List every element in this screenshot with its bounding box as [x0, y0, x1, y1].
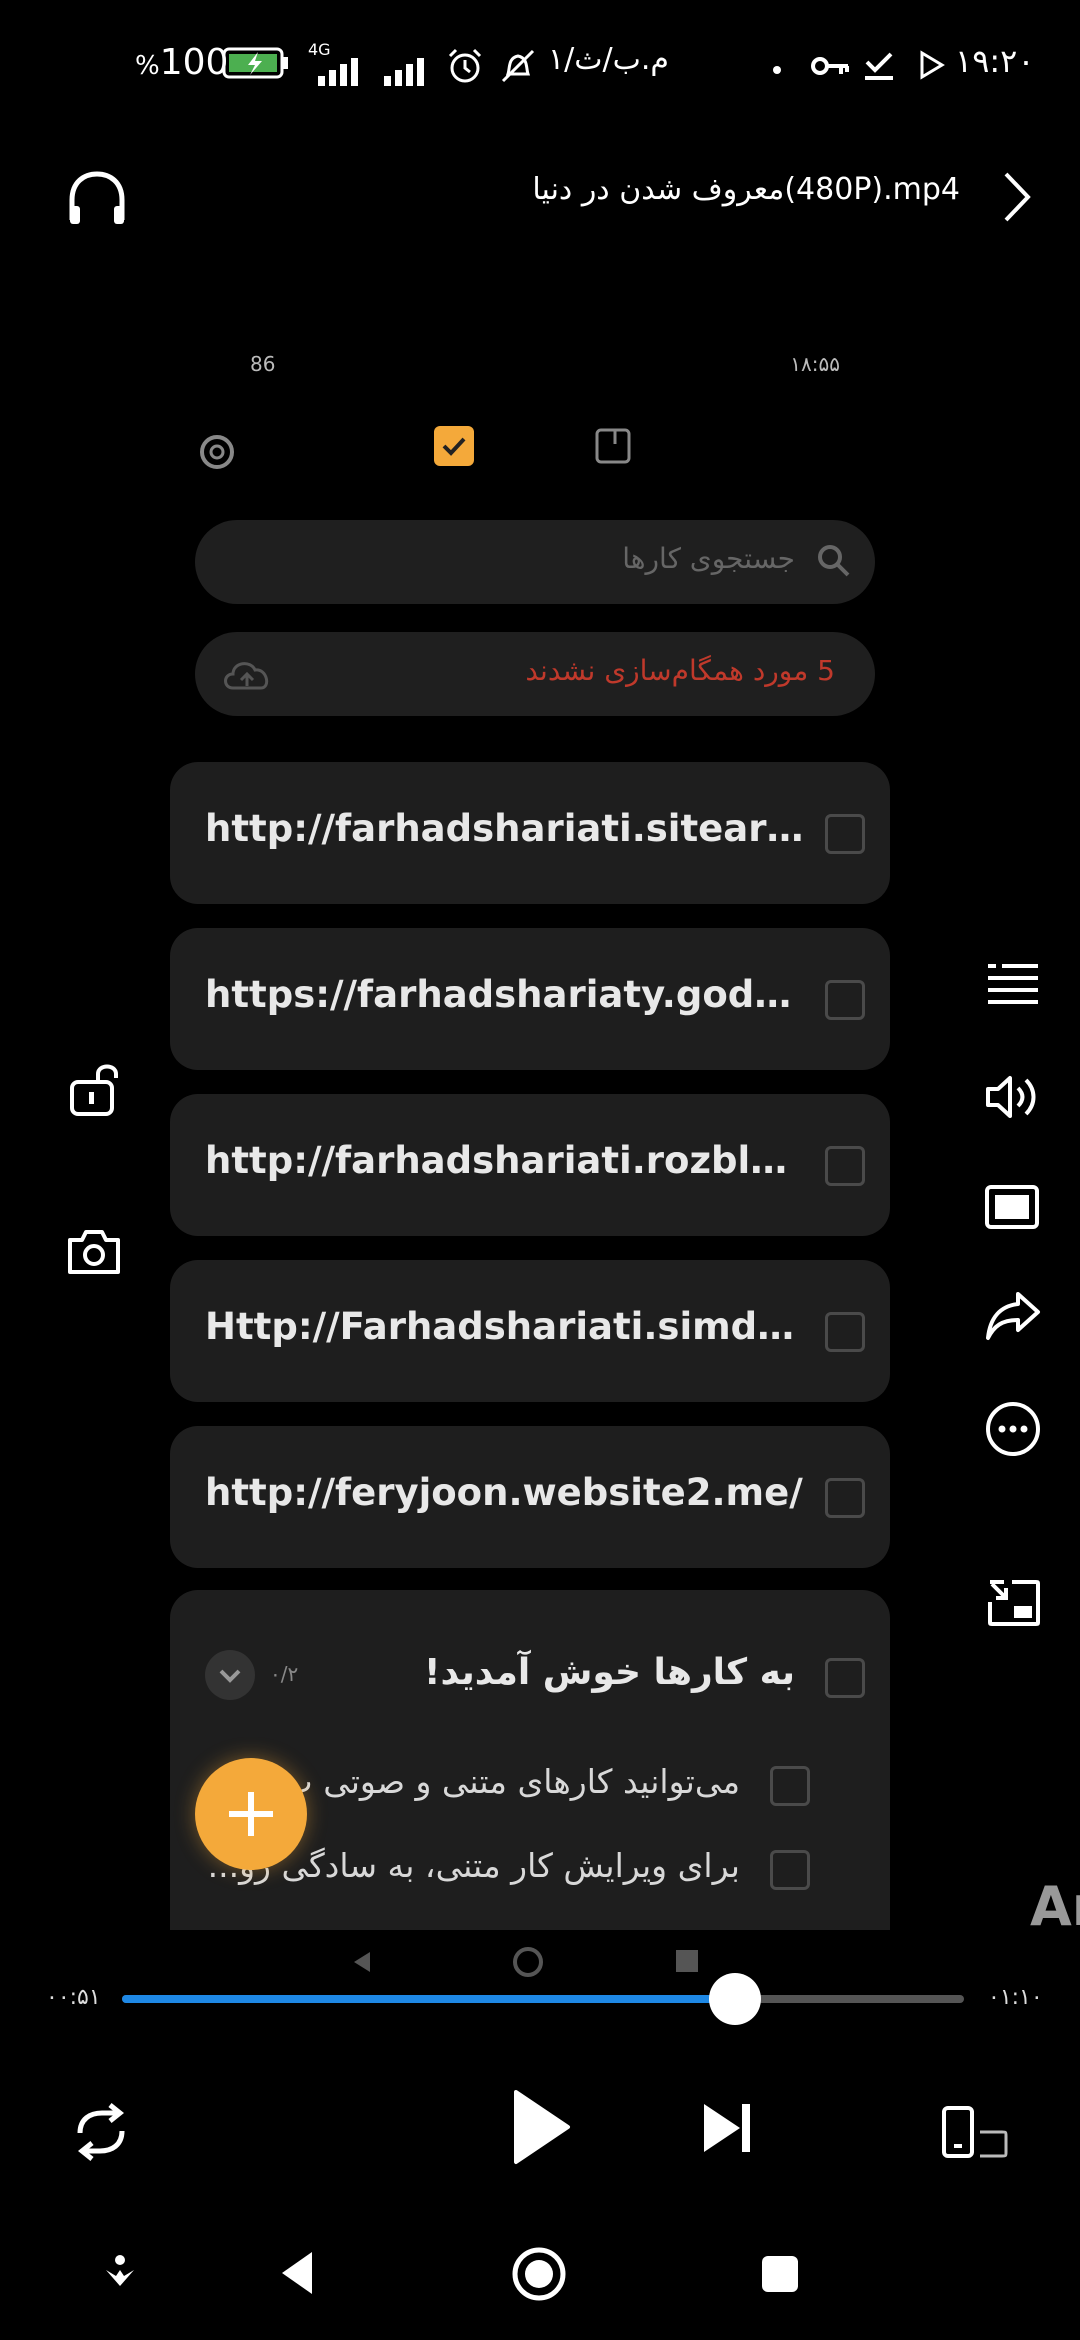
search-icon — [815, 542, 853, 580]
task-checkbox[interactable] — [825, 814, 865, 854]
task-checkbox[interactable] — [825, 1312, 865, 1352]
sync-error-text: 5 مورد همگام‌سازی نشدند — [525, 654, 835, 687]
nav-back-icon[interactable] — [278, 2248, 318, 2298]
elapsed-time: ۰۰:۵۱ — [46, 1985, 101, 2010]
volume-icon[interactable] — [984, 1072, 1040, 1122]
collapse-chevron-icon[interactable] — [205, 1650, 255, 1700]
unlock-icon[interactable] — [68, 1060, 130, 1118]
sync-banner[interactable]: 5 مورد همگام‌سازی نشدند — [195, 632, 875, 716]
subtask-checkbox[interactable] — [770, 1850, 810, 1890]
play-icon[interactable] — [510, 2088, 572, 2166]
video-frame[interactable]: 86 ۱۸:۵۵ جستجوی کارها 5 مورد همگام‌سازی … — [170, 330, 910, 1977]
notification-dot-icon — [773, 66, 781, 74]
screenshot-camera-icon[interactable] — [64, 1226, 124, 1278]
headphones-icon[interactable] — [66, 170, 128, 226]
battery-charging-icon — [222, 46, 290, 80]
vpn-key-icon — [810, 52, 850, 80]
task-text: http://farhadshariati.rozblog.com — [205, 1139, 805, 1182]
inner-time: ۱۸:۵۵ — [790, 352, 840, 376]
task-checkbox[interactable] — [825, 1478, 865, 1518]
subtask-checkbox[interactable] — [770, 1766, 810, 1806]
seek-handle[interactable] — [708, 1973, 761, 2025]
status-time: ۱۹:۲۰ — [955, 42, 1035, 80]
total-duration: ۰۱:۱۰ — [988, 1985, 1043, 2010]
group-title: به کارها خوش آمدید! — [424, 1652, 795, 1693]
alarm-icon — [445, 46, 485, 86]
battery-suffix: % — [135, 51, 160, 81]
search-placeholder: جستجوی کارها — [622, 542, 795, 575]
search-bar[interactable]: جستجوی کارها — [195, 520, 875, 604]
inner-status-bar: 86 ۱۸:۵۵ — [240, 350, 880, 380]
more-options-icon[interactable] — [984, 1400, 1042, 1458]
share-icon[interactable] — [984, 1290, 1042, 1342]
add-task-fab[interactable] — [195, 1758, 307, 1870]
back-chevron-icon[interactable] — [1000, 170, 1034, 224]
playlist-icon[interactable] — [986, 962, 1040, 1008]
aspect-ratio-icon[interactable] — [984, 1184, 1040, 1230]
watermark-text: Ar — [1030, 1875, 1080, 1938]
task-checkbox[interactable] — [825, 980, 865, 1020]
mute-bell-icon — [498, 46, 538, 86]
signal-icon-2 — [380, 52, 438, 88]
inner-battery: 86 — [250, 352, 276, 376]
nav-extra-icon[interactable] — [100, 2252, 140, 2292]
subtask-text: می‌توانید کارهای متنی و صوتی ب — [281, 1762, 740, 1801]
battery-level: 100 — [159, 42, 229, 83]
signal-icon-1 — [306, 52, 372, 88]
task-checkbox[interactable] — [825, 1146, 865, 1186]
seek-progress — [122, 1995, 735, 2003]
task-card[interactable]: https://farhadshariaty.godaddysi... — [170, 928, 890, 1070]
group-count: ۰/۲ — [270, 1662, 299, 1686]
settings-icon[interactable] — [195, 430, 239, 474]
play-store-icon — [918, 50, 946, 80]
group-checkbox[interactable] — [825, 1658, 865, 1698]
video-title: معروف شدن در دنیا(480P).mp4 — [532, 172, 960, 207]
nav-recents-icon[interactable] — [760, 2254, 800, 2294]
task-card[interactable]: http://farhadshariati.sitearia.ir/ — [170, 762, 890, 904]
status-bar: %100 4G ۱/م.ب/ث ۱۹:۲۰ — [0, 30, 1080, 100]
task-card[interactable]: Http://Farhadshariati.simdif.com — [170, 1260, 890, 1402]
cloud-upload-icon — [221, 654, 273, 694]
seek-bar[interactable] — [122, 1973, 964, 2025]
task-text: https://farhadshariaty.godaddysi... — [205, 973, 805, 1016]
nav-home-icon[interactable] — [511, 2246, 567, 2302]
task-text: Http://Farhadshariati.simdif.com — [205, 1305, 805, 1348]
battery-percent: %100 — [135, 42, 228, 83]
rotate-screen-icon[interactable] — [940, 2104, 1012, 2160]
picture-in-picture-icon[interactable] — [986, 1578, 1042, 1628]
next-track-icon[interactable] — [700, 2100, 756, 2156]
check-download-icon — [863, 48, 895, 82]
notes-tab-icon[interactable] — [593, 426, 633, 466]
loop-icon[interactable] — [70, 2103, 132, 2161]
task-card[interactable]: http://farhadshariati.rozblog.com — [170, 1094, 890, 1236]
status-date: ۱/م.ب/ث — [548, 42, 669, 77]
task-card[interactable]: http://feryjoon.website2.me/ — [170, 1426, 890, 1568]
task-text: http://farhadshariati.sitearia.ir/ — [205, 807, 805, 850]
tasks-tab-icon[interactable] — [434, 426, 474, 466]
inner-nav-bar — [170, 1940, 890, 1990]
task-text: http://feryjoon.website2.me/ — [205, 1471, 803, 1514]
